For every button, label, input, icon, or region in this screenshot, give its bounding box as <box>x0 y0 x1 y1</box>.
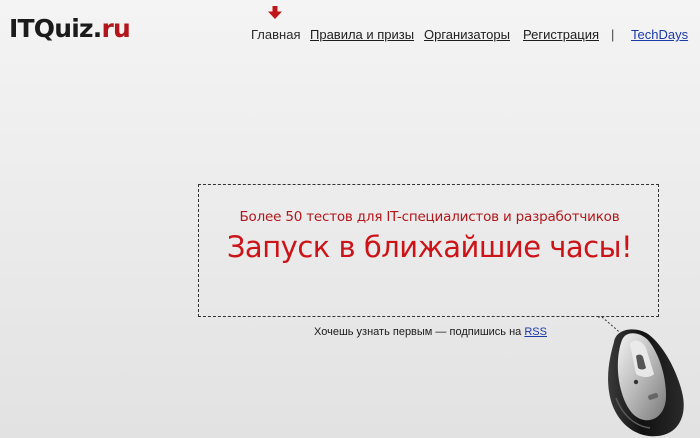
announcement-box: Более 50 тестов для IT-специалистов и ра… <box>198 184 659 317</box>
announcement-headline: Запуск в ближайшие часы! <box>226 230 633 264</box>
logo-text-tld: ru <box>101 14 130 43</box>
computer-mouse-icon <box>608 329 684 437</box>
announcement-subtitle: Более 50 тестов для IT-специалистов и ра… <box>239 209 620 225</box>
nav-link-techdays[interactable]: TechDays <box>631 26 688 44</box>
logo-text-main: ITQuiz <box>9 14 94 43</box>
site-logo[interactable]: ITQuiz.ru <box>9 14 131 44</box>
nav-item-home[interactable]: Главная <box>251 26 300 44</box>
nav-separator: | <box>611 27 615 42</box>
subscribe-text: Хочешь узнать первым — подпишись на <box>314 326 522 338</box>
nav-item-registration[interactable]: Регистрация <box>523 26 599 44</box>
nav-item-organizers[interactable]: Организаторы <box>424 26 510 44</box>
arrow-down-icon <box>268 6 282 19</box>
rss-link[interactable]: RSS <box>524 326 547 338</box>
nav-item-rules[interactable]: Правила и призы <box>310 26 414 44</box>
subscribe-line: Хочешь узнать первым — подпишись на RSS <box>314 325 547 339</box>
